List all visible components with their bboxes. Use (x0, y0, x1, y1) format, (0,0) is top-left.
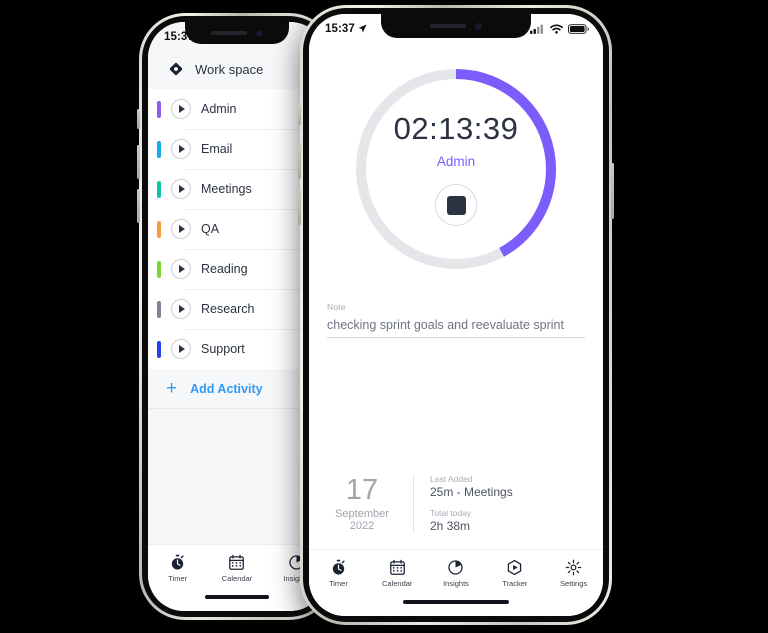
stop-button[interactable] (435, 184, 477, 226)
timer-section: 02:13:39 Admin (309, 41, 603, 296)
volume-down-button[interactable] (137, 189, 140, 223)
last-added-block: Last Added 25m - Meetings (430, 474, 513, 499)
phone-right-screen: 15:37 02:13:39 Admin Note checking sprin… (309, 14, 603, 616)
home-indicator[interactable] (403, 600, 509, 604)
activity-label: Research (201, 302, 255, 316)
volume-down-button[interactable] (298, 189, 301, 225)
mute-switch[interactable] (298, 105, 301, 125)
note-input[interactable]: checking sprint goals and reevaluate spr… (327, 312, 585, 338)
location-arrow-icon (358, 24, 367, 33)
status-icons-right (530, 23, 589, 34)
activity-label: Reading (201, 262, 248, 276)
play-icon[interactable] (171, 179, 191, 199)
activity-color-bar (157, 340, 161, 358)
phone-right: 15:37 02:13:39 Admin Note checking sprin… (298, 5, 614, 625)
tab-timer[interactable]: Timer (309, 559, 368, 588)
front-camera (256, 29, 263, 37)
last-added-value: 25m - Meetings (430, 485, 513, 499)
activity-label: Support (201, 342, 245, 356)
add-activity-label: Add Activity (190, 381, 263, 396)
activity-color-bar (157, 100, 161, 118)
play-icon[interactable] (171, 99, 191, 119)
calendar-icon (389, 559, 405, 575)
status-clock-right: 15:37 (325, 23, 367, 35)
tab-calendar[interactable]: Calendar (368, 559, 427, 588)
stats-divider (413, 474, 414, 533)
tab-tracker[interactable]: Tracker (485, 559, 544, 588)
pie-chart-icon (448, 560, 464, 575)
tab-label: Insights (443, 579, 469, 588)
activity-label: QA (201, 222, 220, 236)
stats-values: Last Added 25m - Meetings Total today 2h… (430, 474, 513, 533)
last-added-label: Last Added (430, 474, 473, 484)
timer-elapsed: 02:13:39 (393, 111, 519, 146)
activity-color-bar (157, 260, 161, 278)
total-today-value: 2h 38m (430, 519, 471, 533)
stopwatch-icon (171, 554, 184, 570)
date-year: 2022 (349, 520, 375, 533)
tab-label: Calendar (381, 579, 413, 588)
phone-left-notch (185, 22, 289, 44)
volume-up-button[interactable] (137, 145, 140, 179)
tab-label: Calendar (221, 574, 253, 583)
wifi-icon (550, 24, 563, 34)
total-today-block: Total today 2h 38m (430, 508, 513, 533)
note-label: Note (327, 302, 346, 312)
phone-right-home-indicator-area (309, 597, 603, 616)
power-button[interactable] (611, 163, 614, 219)
date-month: September (335, 508, 389, 521)
tab-insights[interactable]: Insights (427, 559, 486, 588)
volume-up-button[interactable] (298, 143, 301, 179)
timer-activity-name: Admin (436, 154, 476, 169)
activity-label: Email (201, 142, 233, 156)
tab-label: Settings (560, 579, 588, 588)
gear-icon (565, 559, 582, 576)
play-icon[interactable] (171, 219, 191, 239)
workspace-title: Work space (195, 61, 264, 77)
earpiece-speaker (211, 31, 247, 35)
tab-settings[interactable]: Settings (544, 559, 603, 588)
play-icon[interactable] (171, 299, 191, 319)
screenshot-stage: 15:37 Work space Admin Email Meetings QA… (0, 0, 768, 633)
tab-timer[interactable]: Timer (148, 554, 207, 583)
phone-right-notch (381, 14, 531, 38)
activity-label: Meetings (201, 182, 252, 196)
tab-label: Tracker (502, 579, 528, 588)
diamond-icon (169, 62, 183, 76)
calendar-icon (229, 554, 245, 570)
date-display: 17 September 2022 (327, 473, 397, 533)
stopwatch-icon (332, 559, 345, 575)
stop-square-icon (446, 195, 466, 215)
phone-left-home-indicator-area (148, 592, 326, 611)
battery-icon (568, 23, 589, 34)
tab-label: Timer (168, 574, 188, 583)
activity-color-bar (157, 220, 161, 238)
activity-color-bar (157, 140, 161, 158)
cellular-signal-icon (530, 24, 543, 34)
activity-label: Admin (201, 102, 237, 116)
mute-switch[interactable] (137, 109, 140, 129)
plus-icon: + (166, 378, 178, 399)
hexagon-play-icon (508, 559, 522, 576)
stats-section: 17 September 2022 Last Added 25m - Meeti… (309, 474, 603, 549)
timer-app: 02:13:39 Admin Note checking sprint goal… (309, 14, 603, 616)
activity-color-bar (157, 300, 161, 318)
status-time-text: 15:37 (325, 22, 355, 35)
home-indicator[interactable] (204, 595, 270, 599)
activity-color-bar (157, 180, 161, 198)
timer-readout: 02:13:39 Admin (352, 65, 560, 273)
date-day: 17 (345, 473, 379, 506)
note-section: Note checking sprint goals and reevaluat… (309, 302, 603, 338)
total-today-label: Total today (430, 508, 472, 518)
earpiece-speaker (430, 24, 466, 28)
timer-ring: 02:13:39 Admin (352, 65, 560, 273)
play-icon[interactable] (171, 259, 191, 279)
play-icon[interactable] (171, 339, 191, 359)
tab-calendar[interactable]: Calendar (207, 554, 266, 583)
tab-label: Timer (328, 579, 348, 588)
phone-right-tab-bar: Timer Calendar Insights Tracker Settings (309, 549, 603, 597)
front-camera (475, 22, 482, 30)
play-icon[interactable] (171, 139, 191, 159)
